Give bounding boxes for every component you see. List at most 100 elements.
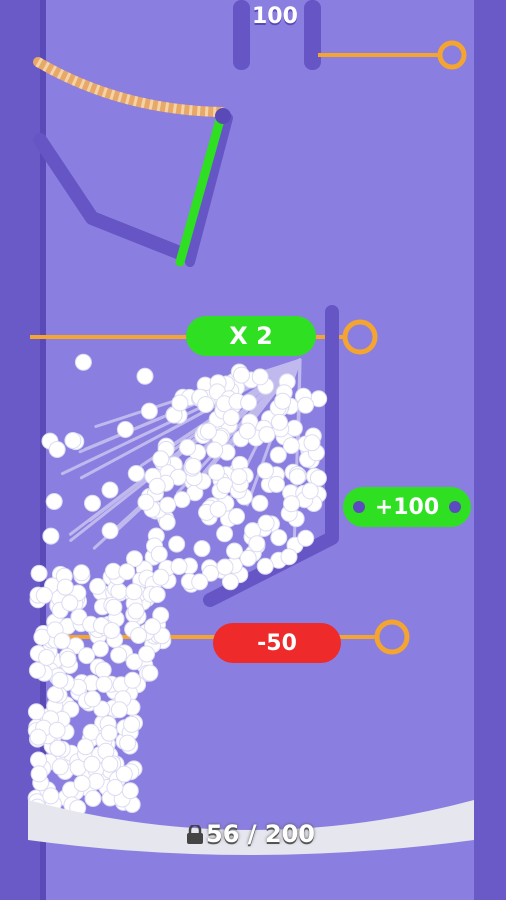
ball [138, 645, 156, 663]
ball [193, 540, 211, 558]
ball [159, 496, 177, 514]
ball [289, 468, 306, 486]
ball [84, 690, 101, 708]
ball [29, 728, 47, 746]
progress-label: 56 / 200 [206, 820, 315, 848]
green-bar-hinge [215, 108, 231, 124]
ball [274, 392, 292, 410]
ball-pile [27, 353, 328, 817]
ball [258, 426, 276, 444]
ball [283, 495, 300, 513]
bonus-gate-left-dot [353, 501, 365, 513]
ball [73, 775, 91, 792]
ball [127, 602, 145, 620]
ball [27, 703, 45, 721]
ball [125, 583, 143, 601]
ball [251, 368, 269, 386]
ball [251, 494, 269, 512]
ball [230, 468, 248, 486]
ball [84, 790, 102, 807]
ball [105, 598, 123, 616]
ball [248, 535, 266, 553]
ball [269, 446, 287, 464]
ball [106, 779, 124, 796]
ball [280, 548, 298, 566]
ball [35, 586, 53, 604]
ball [51, 671, 69, 689]
ball [121, 782, 139, 800]
ball [78, 647, 96, 665]
ball [301, 482, 319, 500]
ball [73, 564, 90, 582]
top-pin-ring[interactable] [437, 40, 467, 70]
bonus-gate-right-dot [449, 501, 461, 513]
ball [170, 558, 188, 575]
ball [240, 394, 258, 411]
x2-pin-ring[interactable] [342, 319, 378, 355]
rope [33, 57, 227, 117]
ball [144, 618, 161, 635]
ball [49, 739, 67, 757]
funnel-cup [33, 133, 192, 262]
ball [152, 450, 170, 468]
ball [28, 661, 46, 679]
ball [179, 438, 196, 456]
multiplier-gate-label: X 2 [229, 322, 273, 350]
lock-icon [186, 823, 204, 844]
ball [89, 577, 107, 595]
ball [101, 755, 119, 773]
ball [233, 366, 250, 384]
ball [271, 413, 288, 431]
ball [256, 462, 274, 480]
penalty-pin-ring[interactable] [374, 619, 410, 655]
ball [61, 594, 79, 612]
ball [239, 549, 257, 567]
ball [256, 557, 274, 575]
ball [45, 493, 63, 510]
ball [148, 586, 166, 604]
ball [216, 558, 234, 576]
ball [42, 787, 60, 805]
progress-counter: 56 / 200 [186, 820, 315, 848]
ball [110, 701, 128, 719]
ball [297, 396, 315, 414]
ball [53, 632, 71, 650]
ball [148, 477, 166, 495]
ball [56, 578, 74, 596]
ball [140, 402, 158, 420]
ball [118, 563, 136, 581]
ball [168, 535, 186, 553]
ball [48, 441, 66, 458]
ball [42, 527, 60, 545]
ball [137, 493, 155, 511]
ball [77, 738, 94, 756]
ball [206, 441, 224, 459]
ball [123, 715, 141, 733]
ball [48, 721, 66, 739]
ball [30, 765, 48, 783]
ball [101, 522, 119, 540]
ball [152, 568, 170, 586]
ball [94, 661, 112, 679]
scene-svg [27, 0, 474, 855]
game-stage: 100 X 2 +100 -50 56 / 200 [0, 0, 506, 900]
ball [103, 622, 121, 639]
ball [228, 507, 246, 525]
ball [101, 481, 119, 499]
ball [216, 525, 234, 543]
ball [268, 475, 285, 493]
ball [100, 724, 118, 742]
ball [238, 422, 256, 440]
ball [59, 650, 77, 668]
bonus-gate: +100 [343, 487, 471, 527]
ball [191, 573, 209, 591]
bonus-gate-label: +100 [374, 494, 440, 520]
ball [130, 627, 148, 644]
ball [84, 494, 101, 512]
ball [197, 396, 215, 414]
ball [127, 465, 145, 482]
ball [87, 772, 105, 790]
ball [95, 675, 113, 693]
ball [222, 409, 240, 427]
penalty-gate-label: -50 [257, 630, 297, 656]
